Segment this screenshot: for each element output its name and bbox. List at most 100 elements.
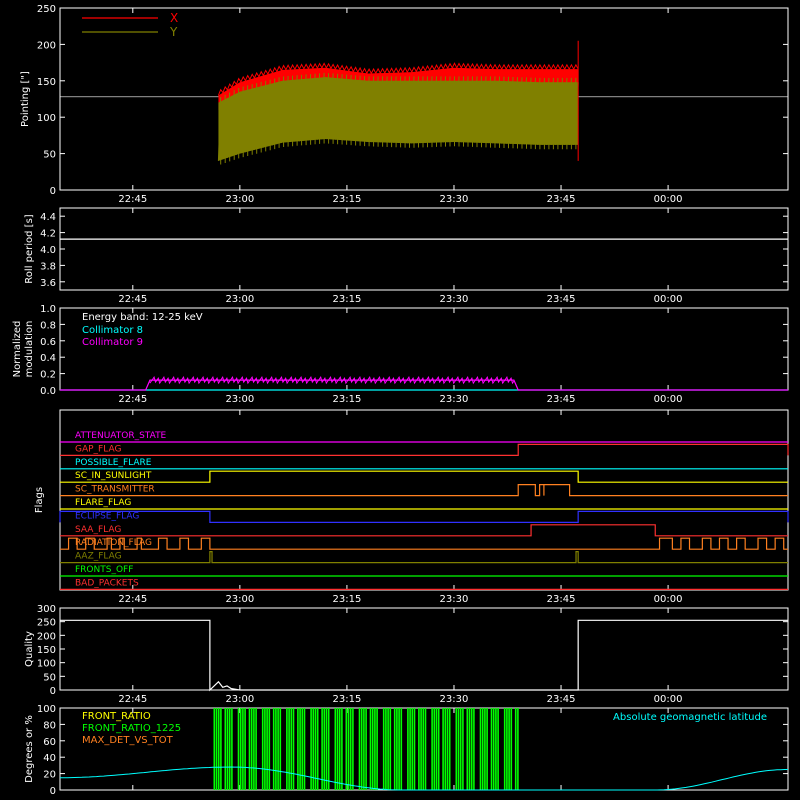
axis-label-degrees: Degrees or %: [24, 715, 35, 783]
time-tick-label: 22:45: [118, 694, 147, 705]
y-tick-label: 250: [37, 618, 56, 629]
flag-label-bad-packets: BAD_PACKETS: [75, 578, 139, 588]
y-tick-label: 0.8: [40, 320, 56, 331]
flag-line-gap-flag: [60, 443, 789, 456]
flag-label-possible-flare: POSSIBLE_FLARE: [75, 458, 152, 468]
hessi-observing-summary-plot: 22:45 23:00 23:15 23:30 23:45 00:00 22:45 23:00…: [0, 0, 800, 800]
time-tick-label: 23:30: [440, 594, 469, 605]
time-tick-label: 23:00: [225, 194, 254, 205]
time-tick-label: 00:00: [654, 694, 683, 705]
y-tick-label: 0.0: [40, 386, 56, 397]
axis-label-pointing: Pointing ["]: [20, 71, 31, 127]
time-tick-label: 23:45: [547, 394, 576, 405]
time-tick-label: 23:00: [225, 694, 254, 705]
y-tick-label: 3.8: [40, 261, 56, 272]
time-tick-label: 22:45: [118, 294, 147, 305]
flag-label-saa-flag: SAA_FLAG: [75, 525, 121, 535]
flag-label-sc-in-sunlight: SC_IN_SUNLIGHT: [75, 471, 152, 481]
summary-chart: 22:45 23:00 23:15 23:30 23:45 00:00 22:45 23:00…: [12, 4, 789, 797]
geomagnetic-latitude-label: Absolute geomagnetic latitude: [613, 712, 767, 723]
flag-label-aaz-flag: AAZ_FLAG: [75, 552, 122, 562]
flag-line-sc-transmitter: [60, 484, 788, 497]
flag-line-eclipse-flag: [59, 510, 789, 523]
flag-label-attenuator-state: ATTENUATOR_STATE: [75, 431, 167, 441]
time-tick-label: 00:00: [654, 294, 683, 305]
time-tick-label: 23:15: [333, 694, 362, 705]
time-tick-label: 00:00: [654, 394, 683, 405]
y-tick-label: 50: [43, 150, 56, 161]
flag-label-gap-flag: GAP_FLAG: [75, 444, 121, 454]
time-tick-label: 23:15: [333, 594, 362, 605]
y-tick-label: 0.6: [40, 337, 56, 348]
time-tick-label: 22:45: [118, 594, 147, 605]
quality-line: [60, 619, 788, 692]
y-tick-label: 100: [37, 704, 56, 715]
flag-label-radiation-flag: RADIATION_FLAG: [75, 538, 152, 548]
y-tick-label: 0.2: [40, 370, 56, 381]
y-tick-label: 200: [37, 631, 56, 642]
flag-line-saa-flag: [60, 524, 788, 537]
legend-front-ratio-1225: FRONT_RATIO_1225: [82, 723, 181, 734]
flag-line-radiation-flag: [60, 537, 788, 550]
axis-label-roll-period: Roll period [s]: [24, 214, 35, 283]
axis-label-quality: Quality: [24, 631, 35, 667]
axis-label-normalized: Normalized: [12, 321, 23, 378]
y-tick-label: 100: [37, 113, 56, 124]
y-tick-label: 1.0: [40, 304, 56, 315]
y-tick-label: 100: [37, 659, 56, 670]
time-tick-label: 23:00: [225, 394, 254, 405]
axis-label-modulation: modulation: [24, 321, 35, 378]
y-tick-label: 80: [43, 720, 56, 731]
y-tick-label: 4.4: [40, 212, 56, 223]
time-tick-label: 22:45: [118, 194, 147, 205]
y-tick-label: 250: [37, 4, 56, 15]
flag-label-sc-transmitter: SC_TRANSMITTER: [75, 485, 155, 495]
time-tick-label: 23:45: [547, 294, 576, 305]
legend-front-ratio: FRONT_RATIO: [82, 711, 151, 722]
time-tick-label: 23:45: [547, 694, 576, 705]
y-tick-label: 0: [50, 786, 56, 797]
legend-label-y: Y: [169, 25, 178, 39]
time-tick-label: 23:45: [547, 194, 576, 205]
y-tick-label: 0: [50, 686, 56, 697]
energy-band-annotation: Energy band: 12-25 keV: [82, 312, 203, 323]
time-tick-label: 00:00: [654, 194, 683, 205]
y-tick-label: 150: [37, 645, 56, 656]
y-tick-label: 50: [43, 672, 56, 683]
legend-collimator-9: Collimator 9: [82, 337, 143, 348]
flag-label-fronts-off: FRONTS_OFF: [75, 565, 133, 575]
flag-label-flare-flag: FLARE_FLAG: [75, 498, 131, 508]
front-ratio-1225-bars: [213, 708, 519, 790]
y-tick-label: 0.4: [40, 353, 56, 364]
panel-frame-1: [59, 207, 789, 291]
y-tick-label: 0: [50, 186, 56, 197]
y-tick-label: 4.0: [40, 245, 56, 256]
time-tick-label: 23:00: [225, 594, 254, 605]
time-tick-label: 23:30: [440, 194, 469, 205]
flag-label-eclipse-flag: ECLIPSE_FLAG: [75, 511, 139, 521]
time-tick-label: 23:30: [440, 394, 469, 405]
axis-label-flags: Flags: [34, 487, 45, 513]
legend-label-x: X: [170, 11, 178, 25]
time-tick-label: 22:45: [118, 394, 147, 405]
y-tick-label: 300: [37, 604, 56, 615]
y-tick-label: 20: [43, 770, 56, 781]
time-tick-label: 23:15: [333, 194, 362, 205]
y-tick-label: 150: [37, 77, 56, 88]
time-tick-label: 23:15: [333, 294, 362, 305]
time-tick-label: 23:30: [440, 694, 469, 705]
time-tick-label: 23:45: [547, 594, 576, 605]
flag-line-sc-in-sunlight: [60, 470, 788, 483]
legend-max-det-vs-tot: MAX_DET_VS_TOT: [82, 735, 174, 746]
flag-line-aaz-flag: [60, 551, 788, 564]
legend-collimator-8: Collimator 8: [82, 325, 143, 336]
y-tick-label: 3.6: [40, 278, 56, 289]
time-tick-label: 23:15: [333, 394, 362, 405]
time-tick-label: 23:30: [440, 294, 469, 305]
y-tick-label: 40: [43, 753, 56, 764]
y-tick-label: 4.2: [40, 229, 56, 240]
y-tick-label: 60: [43, 737, 56, 748]
time-tick-label: 00:00: [654, 594, 683, 605]
time-tick-label: 23:00: [225, 294, 254, 305]
y-tick-label: 200: [37, 40, 56, 51]
